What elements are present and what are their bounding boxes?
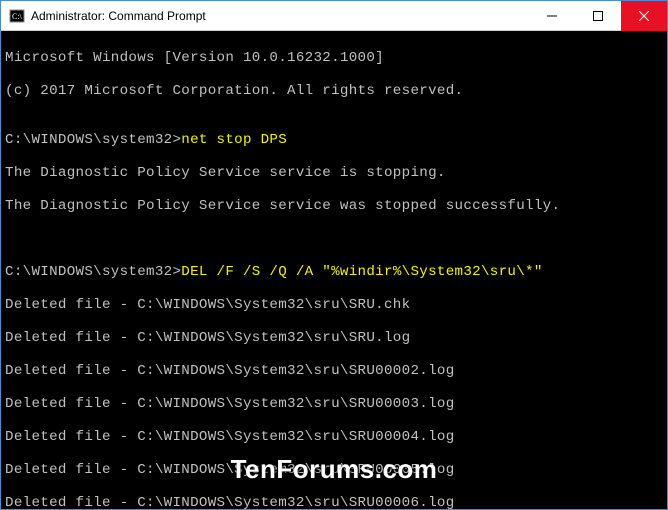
command-text: DEL /F /S /Q /A "%windir%\System32\sru\*… [181,264,542,280]
output-line: The Diagnostic Policy Service service is… [5,165,663,182]
cmd-icon: C:\ [9,8,25,24]
output-line: Deleted file - C:\WINDOWS\System32\sru\S… [5,297,663,314]
prompt-line: C:\WINDOWS\system32>net stop DPS [5,132,663,149]
output-line: Deleted file - C:\WINDOWS\System32\sru\S… [5,396,663,413]
svg-text:C:\: C:\ [12,12,23,21]
output-line: Deleted file - C:\WINDOWS\System32\sru\S… [5,429,663,446]
prompt-line: C:\WINDOWS\system32>DEL /F /S /Q /A "%wi… [5,264,663,281]
maximize-button[interactable] [575,1,621,31]
header-line: (c) 2017 Microsoft Corporation. All righ… [5,83,663,100]
close-button[interactable] [621,1,667,31]
minimize-button[interactable] [529,1,575,31]
output-line: Deleted file - C:\WINDOWS\System32\sru\S… [5,363,663,380]
titlebar[interactable]: C:\ Administrator: Command Prompt [1,1,667,31]
output-line: Deleted file - C:\WINDOWS\System32\sru\S… [5,462,663,479]
window-title: Administrator: Command Prompt [31,9,206,23]
output-line: The Diagnostic Policy Service service wa… [5,198,663,215]
prompt-prefix: C:\WINDOWS\system32> [5,132,181,148]
command-prompt-window: C:\ Administrator: Command Prompt Micros… [0,0,668,510]
prompt-prefix: C:\WINDOWS\system32> [5,264,181,280]
command-text: net stop DPS [181,132,287,148]
output-line: Deleted file - C:\WINDOWS\System32\sru\S… [5,330,663,347]
terminal-area[interactable]: Microsoft Windows [Version 10.0.16232.10… [1,31,667,509]
header-line: Microsoft Windows [Version 10.0.16232.10… [5,50,663,67]
output-line: Deleted file - C:\WINDOWS\System32\sru\S… [5,495,663,509]
